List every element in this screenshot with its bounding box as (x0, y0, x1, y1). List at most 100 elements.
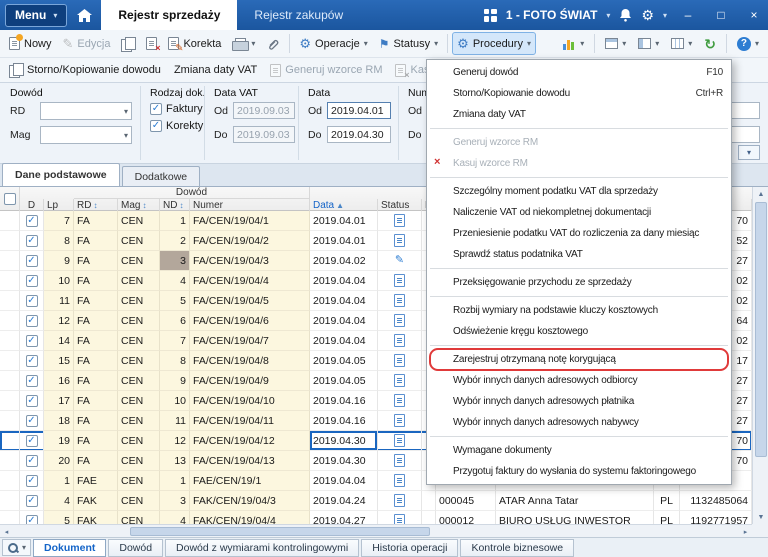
cell-mag[interactable]: CEN (118, 331, 160, 351)
cell-lp[interactable]: 1 (44, 471, 74, 491)
menu-button[interactable]: Menu ▾ (5, 4, 67, 27)
vertical-scroll-thumb[interactable] (755, 202, 767, 457)
cell-d[interactable]: ✓ (20, 231, 44, 251)
cell-status[interactable] (378, 231, 422, 251)
search-button[interactable]: ▾ (2, 539, 31, 556)
cell-nd[interactable]: 3 (160, 491, 190, 511)
chart-button[interactable]: ▾ (558, 32, 589, 55)
cell-status[interactable] (378, 391, 422, 411)
cell-numer[interactable]: FA/CEN/19/04/4 (190, 271, 310, 291)
bottom-tab[interactable]: Historia operacji (361, 539, 458, 557)
cell-nd[interactable]: 4 (160, 511, 190, 524)
scroll-down-icon[interactable]: ▼ (753, 510, 768, 524)
cell-numer[interactable]: FA/CEN/19/04/12 (190, 431, 310, 451)
cell-sel[interactable] (0, 251, 20, 271)
titlebar-tab[interactable]: Rejestr sprzedaży (101, 0, 237, 30)
cell-data[interactable]: 2019.04.01 (310, 231, 378, 251)
cell-data[interactable]: 2019.04.02 (310, 251, 378, 271)
cell-d[interactable]: ✓ (20, 331, 44, 351)
cell-data[interactable]: 2019.04.04 (310, 331, 378, 351)
cell-nazwa[interactable]: BIURO USŁUG INWESTOR (496, 511, 654, 524)
horizontal-scrollbar[interactable]: ◂ ▸ (0, 524, 752, 537)
cell-rd[interactable]: FA (74, 231, 118, 251)
operations-button[interactable]: ⚙ Operacje ▾ (294, 32, 372, 55)
row-checkbox[interactable]: ✓ (26, 515, 38, 525)
menu-item[interactable]: Szczególny moment podatku VAT dla sprzed… (427, 181, 731, 202)
cell-numer[interactable]: FA/CEN/19/04/7 (190, 331, 310, 351)
row-checkbox[interactable]: ✓ (26, 335, 38, 347)
cell-numer[interactable]: FA/CEN/19/04/1 (190, 211, 310, 231)
print-button[interactable]: ▾ (227, 32, 260, 55)
cell-rd[interactable]: FA (74, 331, 118, 351)
cell-rd[interactable]: FA (74, 371, 118, 391)
titlebar-tab[interactable]: Rejestr zakupów (237, 0, 360, 30)
cell-status[interactable] (378, 271, 422, 291)
cell-d[interactable]: ✓ (20, 491, 44, 511)
cell-mag[interactable]: CEN (118, 211, 160, 231)
cell-lp[interactable]: 9 (44, 251, 74, 271)
cell-nd[interactable]: 2 (160, 231, 190, 251)
cell-rd[interactable]: FA (74, 351, 118, 371)
cell-numer[interactable]: FA/CEN/19/04/3 (190, 251, 310, 271)
delete-button[interactable]: × (141, 32, 162, 55)
cell-sel[interactable] (0, 411, 20, 431)
cell-d[interactable]: ✓ (20, 291, 44, 311)
cell-kraj[interactable]: PL (654, 511, 680, 524)
maximize-button[interactable]: □ (709, 4, 733, 26)
cell-nd[interactable]: 1 (160, 211, 190, 231)
menu-item[interactable]: Rozbij wymiary na podstawie kluczy koszt… (427, 300, 731, 321)
column-header-numer[interactable]: Numer (193, 200, 223, 211)
cell-rd[interactable]: FAK (74, 491, 118, 511)
cell-mag[interactable]: CEN (118, 451, 160, 471)
date-to-input[interactable] (327, 126, 391, 143)
cell-status[interactable] (378, 211, 422, 231)
menu-item[interactable]: Odświeżenie kręgu kosztowego (427, 321, 731, 342)
menu-item[interactable]: Wybór innych danych adresowych nabywcy (427, 412, 731, 433)
new-button[interactable]: Nowy (4, 32, 57, 55)
cell-nd[interactable]: 4 (160, 271, 190, 291)
cell-nd[interactable]: 7 (160, 331, 190, 351)
vat-date-from-input[interactable] (233, 102, 295, 119)
home-button[interactable] (67, 0, 101, 30)
layout-button[interactable]: ▾ (600, 32, 631, 55)
mag-select[interactable]: ▾ (40, 126, 132, 144)
cell-sel[interactable] (0, 351, 20, 371)
close-button[interactable]: × (742, 4, 766, 26)
cell-rd[interactable]: FA (74, 391, 118, 411)
cell-lp[interactable]: 5 (44, 511, 74, 524)
cell-d[interactable]: ✓ (20, 371, 44, 391)
column-header-status[interactable]: Status (381, 200, 409, 211)
row-checkbox[interactable]: ✓ (26, 235, 38, 247)
export-button[interactable]: ▾ (633, 32, 664, 55)
cell-rd[interactable]: FAE (74, 471, 118, 491)
cell-data[interactable]: 2019.04.24 (310, 491, 378, 511)
menu-item[interactable]: Wybór innych danych adresowych odbiorcy (427, 370, 731, 391)
bottom-tab[interactable]: Dokument (33, 539, 106, 557)
cell-d[interactable]: ✓ (20, 311, 44, 331)
cell-data[interactable]: 2019.04.30 (310, 451, 378, 471)
cell-numer[interactable]: FA/CEN/19/04/8 (190, 351, 310, 371)
change-vat-date-button[interactable]: Zmiana daty VAT (169, 59, 262, 82)
cell-rd[interactable]: FA (74, 431, 118, 451)
cell-lp[interactable]: 11 (44, 291, 74, 311)
cell-status[interactable] (378, 291, 422, 311)
cell-mag[interactable]: CEN (118, 411, 160, 431)
cell-status[interactable] (378, 471, 422, 491)
cell-mag[interactable]: CEN (118, 271, 160, 291)
cell-status[interactable] (378, 311, 422, 331)
vat-date-to-input[interactable] (233, 126, 295, 143)
cell-data[interactable]: 2019.04.01 (310, 211, 378, 231)
company-chevron-down-icon[interactable]: ▾ (606, 11, 610, 20)
cell-data[interactable]: 2019.04.27 (310, 511, 378, 524)
cell-rd[interactable]: FA (74, 411, 118, 431)
menu-item[interactable]: Naliczenie VAT od niekompletnej dokument… (427, 202, 731, 223)
cell-data[interactable]: 2019.04.04 (310, 471, 378, 491)
cell-status[interactable] (378, 351, 422, 371)
cell-mag[interactable]: CEN (118, 471, 160, 491)
cell-lp[interactable]: 17 (44, 391, 74, 411)
rd-select[interactable]: ▾ (40, 102, 132, 120)
select-all-checkbox[interactable] (4, 193, 16, 205)
cell-lp[interactable]: 4 (44, 491, 74, 511)
row-checkbox[interactable]: ✓ (26, 395, 38, 407)
cell-rd[interactable]: FAK (74, 511, 118, 524)
